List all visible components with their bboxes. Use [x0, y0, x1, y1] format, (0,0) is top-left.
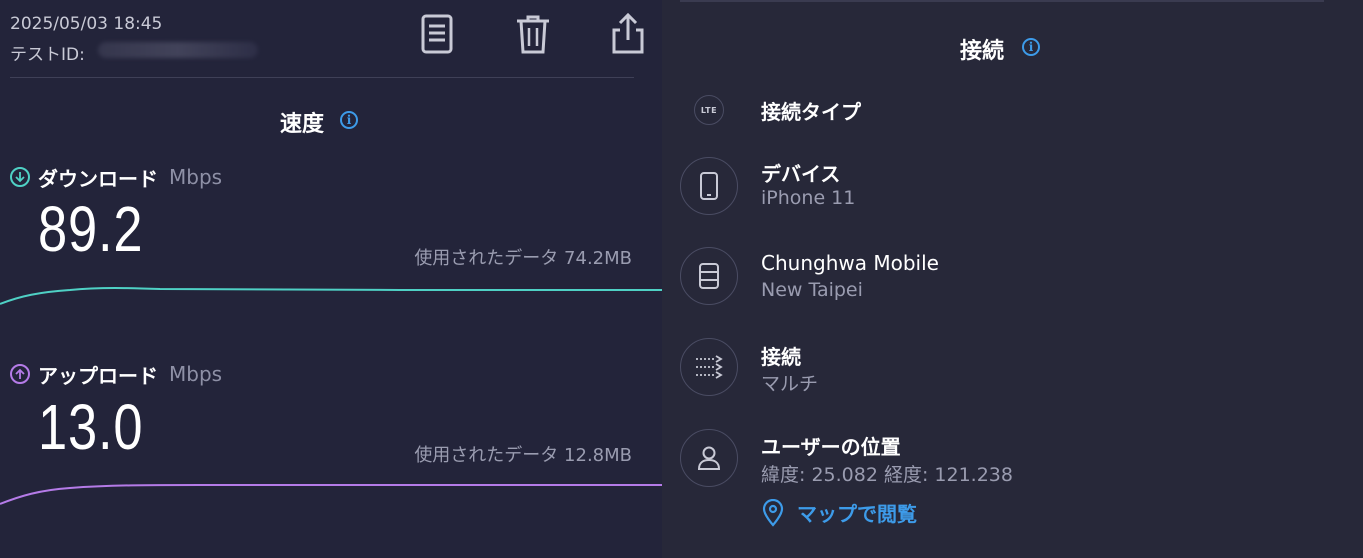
phone-icon [680, 157, 738, 215]
upload-used-data: 使用されたデータ 12.8MB [414, 445, 632, 466]
header-divider [10, 77, 634, 78]
lte-icon: LTE [694, 95, 724, 125]
test-id-redacted [98, 42, 258, 58]
server-icon [680, 247, 738, 305]
notes-icon [421, 14, 453, 54]
connection-title: 接続 [960, 39, 1005, 64]
connection-panel: 接続 i LTE 接続タイプ デバイス iPhone 11 Chunghwa M… [662, 0, 1363, 558]
download-used-data: 使用されたデータ 74.2MB [414, 248, 632, 269]
connection-info-icon[interactable]: i [1022, 38, 1040, 56]
multi-connection-icon [680, 338, 738, 396]
device-value: iPhone 11 [761, 187, 856, 209]
user-icon [680, 429, 738, 487]
download-graph [0, 287, 662, 305]
test-id-label: テストID: [10, 45, 85, 65]
view-map-link[interactable]: マップで閲覧 [761, 498, 917, 527]
server-location: New Taipei [761, 279, 863, 301]
download-label: ダウンロード [38, 167, 158, 191]
connections-value: マルチ [761, 373, 819, 395]
upload-unit: Mbps [169, 362, 223, 386]
device-label: デバイス [761, 162, 841, 186]
download-arrow-icon [10, 167, 30, 187]
speed-title: 速度 [280, 112, 325, 137]
share-button[interactable] [608, 12, 648, 56]
test-datetime: 2025/05/03 18:45 [10, 14, 163, 34]
location-pin-icon [762, 498, 784, 527]
user-location-label: ユーザーの位置 [761, 435, 901, 459]
user-coordinates: 緯度: 25.082 経度: 121.238 [761, 464, 1013, 486]
upload-arrow-icon [10, 364, 30, 384]
server-name: Chunghwa Mobile [761, 251, 939, 275]
speed-info-icon[interactable]: i [340, 111, 358, 129]
connections-label: 接続 [761, 345, 801, 369]
download-unit: Mbps [169, 165, 223, 189]
upload-value: 13.0 [38, 391, 144, 463]
delete-button[interactable] [513, 12, 553, 56]
notes-button[interactable] [417, 12, 457, 56]
download-value: 89.2 [38, 193, 144, 265]
view-map-label: マップで閲覧 [797, 502, 917, 526]
upload-graph [0, 484, 662, 505]
result-page: 2025/05/03 18:45 テストID: 速度 i ダウンロード Mbps… [0, 0, 1363, 558]
panel-top-border [680, 0, 1324, 2]
upload-label: アップロード [38, 364, 158, 388]
speed-panel: 2025/05/03 18:45 テストID: 速度 i ダウンロード Mbps… [0, 0, 662, 558]
share-icon [612, 12, 644, 54]
connection-type-label: 接続タイプ [761, 100, 861, 124]
trash-icon [517, 15, 549, 54]
